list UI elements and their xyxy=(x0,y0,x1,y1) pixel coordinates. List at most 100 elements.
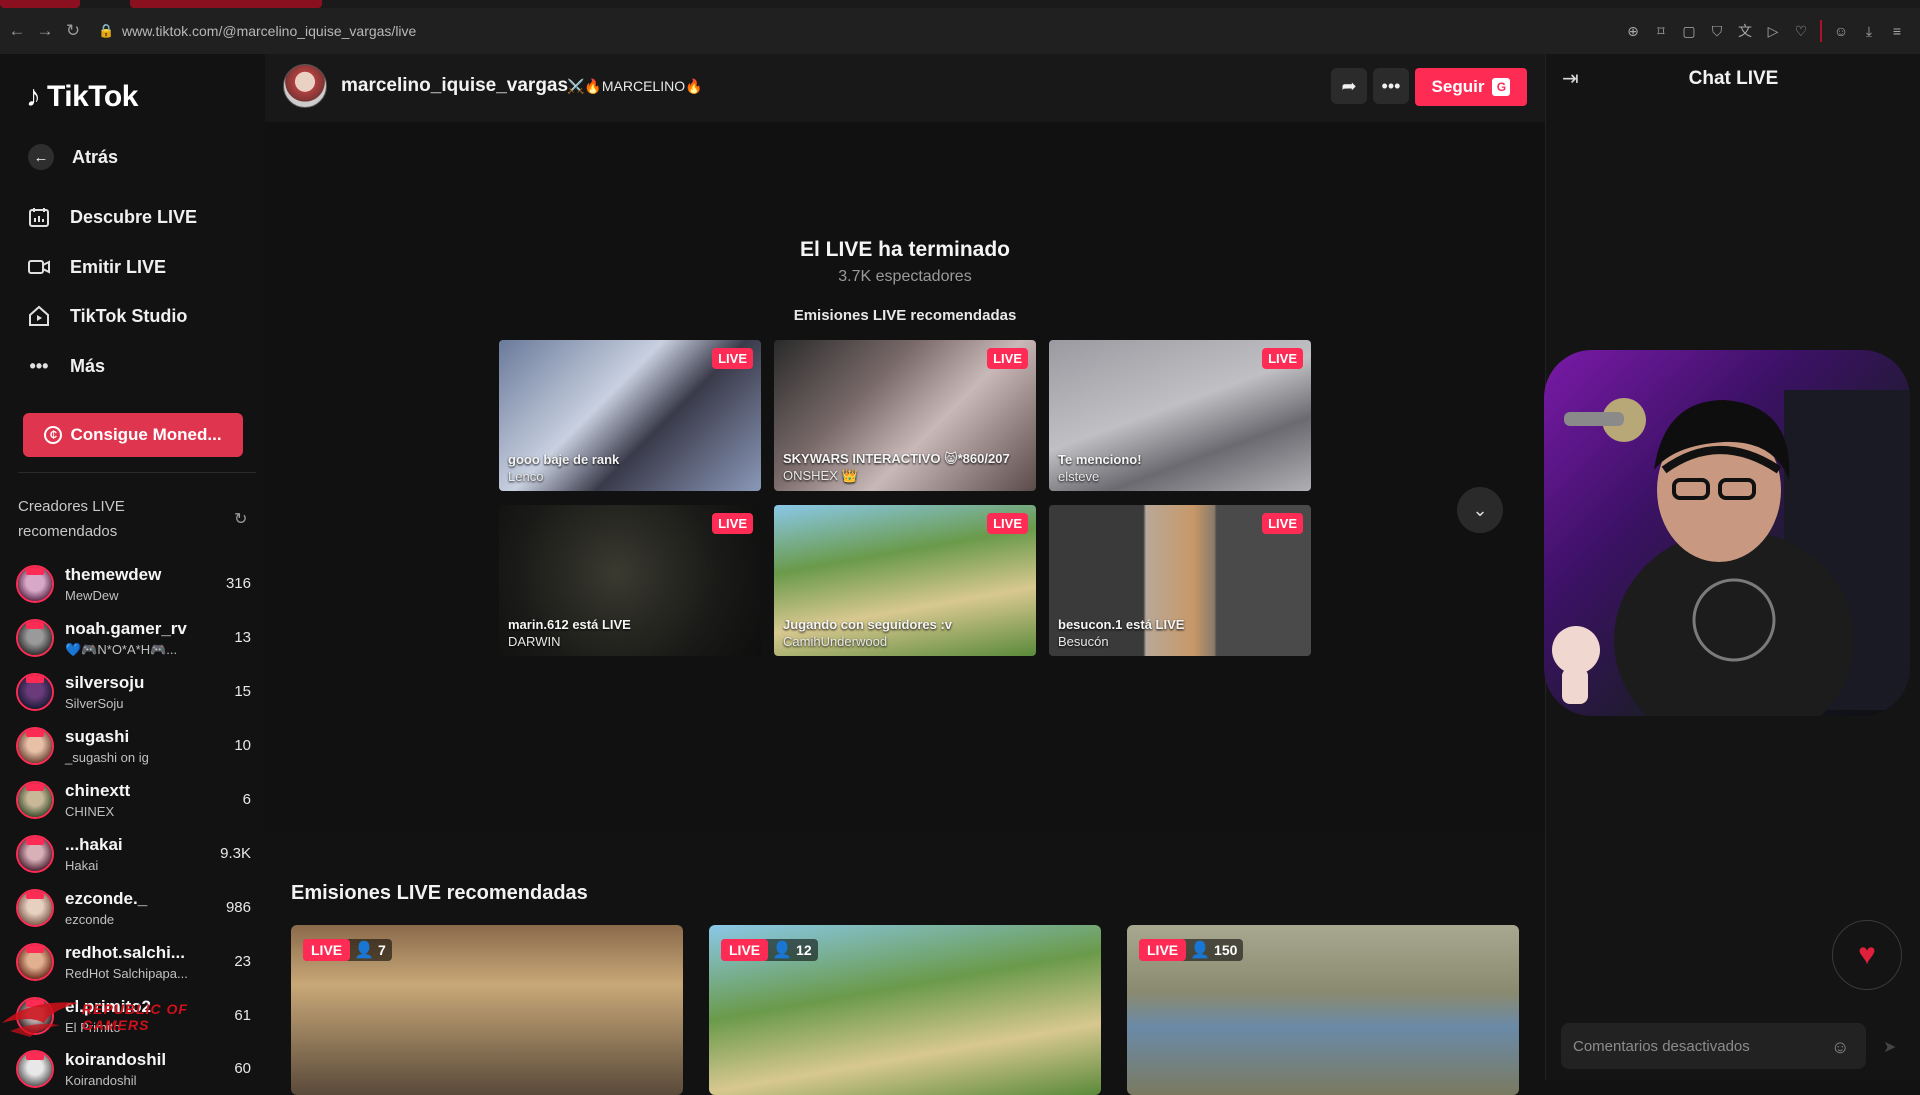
creator-item[interactable]: redhot.salchi... RedHot Salchipapa... 23 xyxy=(16,937,251,987)
creator-item[interactable]: themewdew MewDew 316 xyxy=(16,559,251,609)
browser-tab-strip xyxy=(0,0,1920,8)
tile-title: Te menciono! xyxy=(1058,452,1142,467)
live-tile[interactable]: LIVE gooo baje de rank Lenco xyxy=(499,340,761,491)
tile-creator: DARWIN xyxy=(508,634,561,649)
live-tile[interactable]: LIVE besucon.1 está LIVE Besucón xyxy=(1049,505,1311,656)
live-ring-tag xyxy=(26,675,44,683)
nav-more[interactable]: ••• Más xyxy=(26,353,105,379)
translate-icon[interactable]: 文 xyxy=(1736,22,1754,40)
send-icon[interactable]: ➤ xyxy=(1883,1037,1896,1057)
emoji-icon[interactable]: ☺ xyxy=(1831,1037,1849,1058)
screenshot-icon[interactable]: ▢ xyxy=(1680,22,1698,40)
tile-creator: elsteve xyxy=(1058,469,1100,484)
follow-button[interactable]: Seguir G xyxy=(1415,68,1527,106)
person-icon: 👤 xyxy=(772,942,793,959)
share-arrow-icon: ➦ xyxy=(1341,75,1357,96)
avatar xyxy=(16,619,54,657)
nav-tiktok-studio[interactable]: TikTok Studio xyxy=(26,303,187,329)
tile-title: gooo baje de rank xyxy=(508,452,620,467)
host-username[interactable]: marcelino_iquise_vargas xyxy=(341,75,568,97)
url-text[interactable]: www.tiktok.com/@marcelino_iquise_vargas/… xyxy=(122,23,416,39)
zoom-icon[interactable]: ⊕ xyxy=(1624,22,1642,40)
heart-icon[interactable]: ♡ xyxy=(1792,22,1810,40)
creator-item[interactable]: silversoju SilverSoju 15 xyxy=(16,667,251,717)
live-tile[interactable]: LIVE Te menciono! elsteve xyxy=(1049,340,1311,491)
tile-creator: Besucón xyxy=(1058,634,1109,649)
chevron-down-icon: ⌄ xyxy=(1472,499,1488,520)
browser-tab[interactable] xyxy=(0,0,80,8)
recommended-live-card[interactable]: LIVE 👤 12 xyxy=(709,925,1101,1095)
host-avatar[interactable] xyxy=(283,64,327,108)
creator-item[interactable]: koirandoshil Koirandoshil 60 xyxy=(16,1044,251,1094)
recommended-live-card[interactable]: LIVE 👤 7 xyxy=(291,925,683,1095)
avatar xyxy=(16,727,54,765)
creator-nickname: RedHot Salchipapa... xyxy=(65,966,188,981)
creator-item[interactable]: ...hakai Hakai 9.3K xyxy=(16,829,251,879)
get-coins-label: Consigue Moned... xyxy=(70,425,222,444)
live-ring-tag xyxy=(26,1052,44,1060)
get-coins-button[interactable]: ₵ Consigue Moned... xyxy=(23,413,243,457)
share-button[interactable]: ➦ xyxy=(1331,68,1367,104)
browser-tab-active[interactable] xyxy=(130,0,322,8)
shield-icon[interactable]: ⛉ xyxy=(1708,22,1726,40)
creator-nickname: Koirandoshil xyxy=(65,1073,137,1088)
forward-icon[interactable]: → xyxy=(32,18,58,44)
tile-creator: ONSHEX 👑 xyxy=(783,468,858,483)
address-bar: ← → ↻ 🔒 www.tiktok.com/@marcelino_iquise… xyxy=(0,8,1920,54)
creator-item[interactable]: noah.gamer_rv 💙🎮N*O*A*H🎮... 13 xyxy=(16,613,251,663)
avatar xyxy=(16,781,54,819)
creator-item[interactable]: sugashi _sugashi on ig 10 xyxy=(16,721,251,771)
back-icon[interactable]: ← xyxy=(4,18,30,44)
play-icon[interactable]: ▷ xyxy=(1764,22,1782,40)
nav-discover-live[interactable]: Descubre LIVE xyxy=(26,204,197,230)
tile-title: marin.612 está LIVE xyxy=(508,617,631,632)
creator-item[interactable]: chinextt CHINEX 6 xyxy=(16,775,251,825)
nav-go-live[interactable]: Emitir LIVE xyxy=(26,254,166,280)
expand-recommendations-button[interactable]: ⌄ xyxy=(1457,487,1503,533)
video-camera-icon xyxy=(26,254,52,280)
comment-input[interactable]: Comentarios desactivados xyxy=(1561,1023,1866,1069)
person-icon: 👤 xyxy=(1190,942,1211,959)
nav-go-live-label: Emitir LIVE xyxy=(70,256,167,277)
nav-discover-live-label: Descubre LIVE xyxy=(70,206,198,227)
recommended-section-title: Emisiones LIVE recomendadas xyxy=(291,882,588,904)
profile-icon[interactable]: ☺ xyxy=(1832,22,1850,40)
like-button[interactable]: ♥ xyxy=(1832,920,1902,990)
creator-viewers: 15 xyxy=(234,683,251,700)
recommended-live-card[interactable]: LIVE 👤 150 xyxy=(1127,925,1519,1095)
creators-heading: Creadores LIVE recomendados xyxy=(18,498,125,540)
tiktok-logo[interactable]: ♪ TikTok xyxy=(26,80,138,114)
live-ring-tag xyxy=(26,621,44,629)
creator-name: koirandoshil xyxy=(65,1050,167,1069)
more-options-button[interactable]: ••• xyxy=(1373,68,1409,104)
viewer-count: 12 xyxy=(796,942,812,958)
creator-viewers: 23 xyxy=(234,953,251,970)
live-ring-tag xyxy=(26,945,44,953)
creator-name: chinextt xyxy=(65,781,131,800)
sidebar-divider xyxy=(18,472,256,473)
download-icon[interactable]: ⤓ xyxy=(1860,22,1878,40)
creator-viewers: 986 xyxy=(225,899,251,916)
menu-icon[interactable]: ≡ xyxy=(1888,22,1906,40)
tile-title: besucon.1 está LIVE xyxy=(1058,617,1185,632)
live-ring-tag xyxy=(26,837,44,845)
live-badge: LIVE xyxy=(712,348,753,369)
nav-back[interactable]: ← Atrás xyxy=(26,144,118,170)
creator-item[interactable]: ezconde._ ezconde 986 xyxy=(16,883,251,933)
live-tile[interactable]: LIVE marin.612 está LIVE DARWIN xyxy=(499,505,761,656)
tiktok-note-icon: ♪ xyxy=(26,80,41,113)
creator-viewers: 61 xyxy=(234,1007,251,1024)
tile-creator: CamihUnderwood xyxy=(783,634,888,649)
live-tile[interactable]: LIVE SKYWARS INTERACTIVO 😸*860/207 ONSHE… xyxy=(774,340,1036,491)
live-tile[interactable]: LIVE Jugando con seguidores :v CamihUnde… xyxy=(774,505,1036,656)
refresh-icon[interactable]: ↻ xyxy=(234,509,247,529)
reload-icon[interactable]: ↻ xyxy=(60,18,86,44)
bookmark-icon[interactable]: ⌑ xyxy=(1652,22,1670,40)
live-viewer-badge: LIVE 👤 150 xyxy=(1139,939,1244,961)
heart-icon: ♥ xyxy=(1858,938,1876,971)
live-badge: LIVE xyxy=(1262,513,1303,534)
creator-nickname: CHINEX xyxy=(65,804,115,819)
creator-name: sugashi xyxy=(65,727,130,746)
creator-viewers: 60 xyxy=(234,1060,251,1077)
viewer-count: 7 xyxy=(378,942,386,958)
